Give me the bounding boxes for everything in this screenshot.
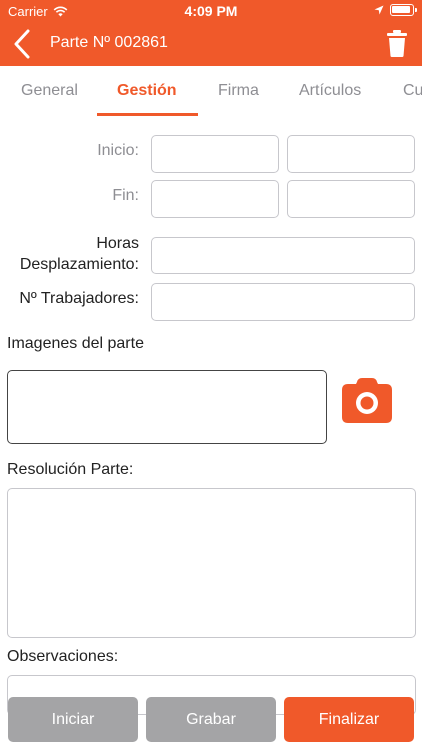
top-bar: Carrier 4:09 PM Parte Nº 002861 bbox=[0, 0, 422, 66]
tab-bar: General Gestión Firma Artículos Cu bbox=[0, 66, 422, 116]
delete-button[interactable] bbox=[386, 28, 408, 58]
tab-articulos[interactable]: Artículos bbox=[299, 82, 361, 100]
status-bar: Carrier 4:09 PM bbox=[0, 0, 422, 22]
horas-label-line2: Desplazamiento: bbox=[19, 256, 139, 273]
camera-icon bbox=[342, 378, 392, 423]
back-button[interactable] bbox=[8, 26, 38, 62]
trabajadores-label: Nº Trabajadores: bbox=[19, 290, 139, 307]
finalizar-button[interactable]: Finalizar bbox=[284, 697, 414, 742]
horas-desplazamiento-label: Horas Desplazamiento: bbox=[0, 233, 139, 275]
grabar-button[interactable]: Grabar bbox=[146, 697, 276, 742]
battery-icon bbox=[390, 4, 417, 16]
inicio-time-field[interactable] bbox=[287, 135, 415, 173]
tab-gestion[interactable]: Gestión bbox=[117, 82, 177, 100]
tab-general[interactable]: General bbox=[21, 82, 78, 100]
observaciones-label: Observaciones: bbox=[7, 648, 119, 665]
trabajadores-field[interactable] bbox=[151, 283, 415, 321]
trash-icon bbox=[387, 30, 407, 57]
camera-button[interactable] bbox=[341, 376, 393, 424]
nav-bar: Parte Nº 002861 bbox=[0, 22, 422, 66]
horas-desplazamiento-field[interactable] bbox=[151, 237, 415, 274]
fin-label: Fin: bbox=[112, 187, 139, 204]
location-arrow-icon bbox=[374, 5, 384, 15]
status-right bbox=[374, 4, 417, 16]
horas-label-line1: Horas bbox=[96, 235, 139, 252]
resolucion-label: Resolución Parte: bbox=[7, 461, 134, 478]
page-title: Parte Nº 002861 bbox=[50, 34, 168, 51]
inicio-label: Inicio: bbox=[97, 142, 139, 159]
chevron-left-icon bbox=[14, 29, 30, 59]
active-tab-indicator bbox=[97, 113, 198, 116]
tab-cu[interactable]: Cu bbox=[403, 82, 422, 100]
fin-time-field[interactable] bbox=[287, 180, 415, 218]
resolucion-textarea[interactable] bbox=[7, 488, 416, 638]
tab-firma[interactable]: Firma bbox=[218, 82, 259, 100]
status-time: 4:09 PM bbox=[184, 3, 238, 19]
imagenes-field[interactable] bbox=[7, 370, 327, 444]
inicio-date-field[interactable] bbox=[151, 135, 279, 173]
fin-date-field[interactable] bbox=[151, 180, 279, 218]
imagenes-label: Imagenes del parte bbox=[7, 335, 144, 352]
iniciar-button[interactable]: Iniciar bbox=[8, 697, 138, 742]
